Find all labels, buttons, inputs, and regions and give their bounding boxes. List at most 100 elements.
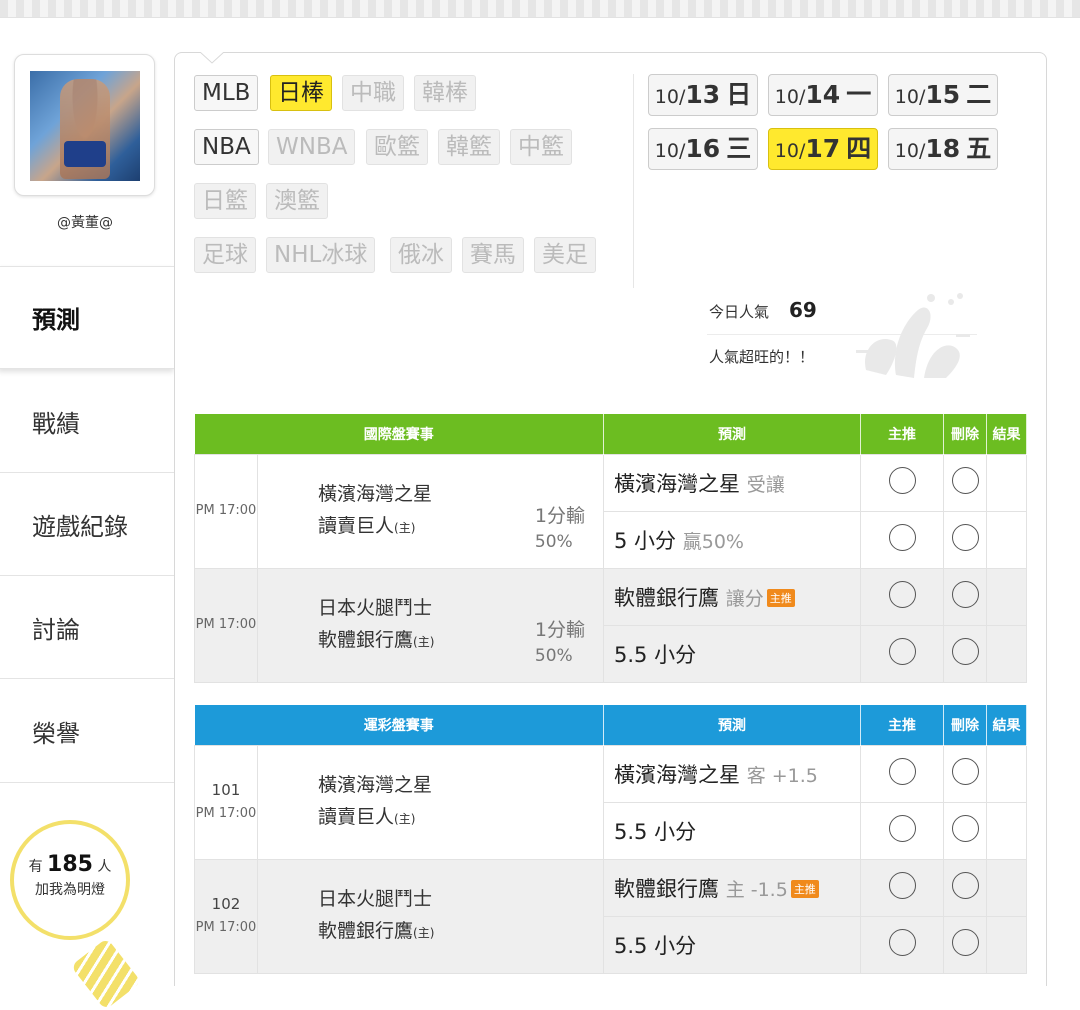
- game-time: PM 17:00: [194, 567, 258, 683]
- game-teams: 日本火腿鬥士 軟體銀行鷹(主) 1分輸 50%: [257, 567, 604, 683]
- game-odds: 1分輸 50%: [534, 505, 585, 552]
- main-pick-radio[interactable]: [888, 758, 916, 785]
- nav-item-prediction[interactable]: 預測: [0, 266, 176, 369]
- home-team: 讀賣巨人: [318, 806, 395, 828]
- nav-item-honor[interactable]: 榮譽: [0, 680, 176, 783]
- result-cell: [986, 915, 1027, 974]
- prediction-cell: 5.5 小分: [603, 915, 861, 974]
- game-time: PM 17:00: [194, 453, 258, 569]
- delete-radio[interactable]: [951, 524, 979, 551]
- popularity-message: 人氣超旺的！！: [709, 348, 815, 366]
- league-chip-china-basketball: 中籃: [510, 129, 572, 165]
- username[interactable]: @黃董@: [0, 212, 170, 232]
- lightbulb-icon: [70, 937, 142, 1010]
- game-time: 101 PM 17:00: [194, 744, 258, 860]
- delete-radio[interactable]: [951, 758, 979, 785]
- sports-lottery-table: 運彩盤賽事 預測 主推 刪除 結果 101 PM 17:00 橫濱海灣之星 讀賣巨…: [194, 705, 1027, 974]
- table-row: 101 PM 17:00 橫濱海灣之星 讀賣巨人(主) 橫濱海灣之星 客 +1.5: [194, 744, 1027, 860]
- table-row: PM 17:00 橫濱海灣之星 讀賣巨人(主) 1分輸 50% 橫濱海灣之星 受讓: [194, 453, 1027, 569]
- fan-prefix: 有: [28, 859, 43, 875]
- nav-item-game-log[interactable]: 遊戲紀錄: [0, 473, 176, 576]
- league-chip-american-football: 美足: [534, 237, 596, 273]
- date-button[interactable]: 10/13 日: [648, 74, 758, 116]
- column-header-delete: 刪除: [943, 705, 987, 745]
- nav-item-record[interactable]: 戰績: [0, 370, 176, 473]
- host-mark: (主): [413, 635, 435, 649]
- sidebar: @黃董@ 預測 戰績 遊戲紀錄 討論 榮譽 有 185 人 加我為明燈: [0, 40, 176, 1010]
- column-header-main-pick: 主推: [860, 705, 944, 745]
- prediction-cell: 橫濱海灣之星 客 +1.5: [603, 744, 861, 803]
- column-header-prediction: 預測: [603, 414, 861, 454]
- league-chip-cpbl: 中職: [342, 75, 404, 111]
- league-chip-npb[interactable]: 日棒: [270, 75, 332, 111]
- cheer-mascot-icon: [856, 293, 970, 378]
- nav-item-label: 討論: [32, 615, 80, 644]
- fan-count-bulb[interactable]: 有 185 人 加我為明燈: [10, 820, 130, 940]
- date-button-selected[interactable]: 10/17 四: [768, 128, 878, 170]
- result-cell: [986, 744, 1027, 803]
- nav-item-label: 預測: [32, 306, 80, 334]
- main-pick-radio[interactable]: [888, 467, 916, 494]
- result-cell: [986, 567, 1027, 626]
- column-header-result: 結果: [986, 705, 1027, 745]
- nav-item-discussion[interactable]: 討論: [0, 576, 176, 679]
- game-odds: 1分輸 50%: [534, 619, 585, 666]
- divider: [633, 74, 634, 288]
- result-cell: [986, 858, 1027, 917]
- table-title: 運彩盤賽事: [194, 705, 604, 745]
- main-pick-radio[interactable]: [888, 581, 916, 608]
- league-chip-nba[interactable]: NBA: [194, 129, 259, 165]
- date-button[interactable]: 10/15 二: [888, 74, 998, 116]
- column-header-main-pick: 主推: [860, 414, 944, 454]
- league-chip-russia-hockey: 俄冰: [390, 237, 452, 273]
- delete-radio[interactable]: [951, 467, 979, 494]
- league-chip-kbo: 韓棒: [414, 75, 476, 111]
- result-cell: [986, 801, 1027, 860]
- avatar-card[interactable]: [14, 54, 155, 196]
- main-pick-radio[interactable]: [888, 638, 916, 665]
- table-row: PM 17:00 日本火腿鬥士 軟體銀行鷹(主) 1分輸 50% 軟體銀行鷹 讓分…: [194, 567, 1027, 683]
- table-row: 102 PM 17:00 日本火腿鬥士 軟體銀行鷹(主) 軟體銀行鷹 主 -1.5…: [194, 858, 1027, 974]
- league-chip-mlb[interactable]: MLB: [194, 75, 259, 111]
- game-teams: 橫濱海灣之星 讀賣巨人(主) 1分輸 50%: [257, 453, 604, 569]
- delete-radio[interactable]: [951, 581, 979, 608]
- result-cell: [986, 624, 1027, 683]
- main-pick-radio[interactable]: [888, 929, 916, 956]
- main-pick-radio[interactable]: [888, 872, 916, 899]
- delete-radio[interactable]: [951, 872, 979, 899]
- prediction-cell: 橫濱海灣之星 受讓: [603, 453, 861, 512]
- result-cell: [986, 453, 1027, 512]
- date-button[interactable]: 10/16 三: [648, 128, 758, 170]
- league-chip-korea-basketball: 韓籃: [438, 129, 500, 165]
- top-border: [0, 0, 1080, 18]
- prediction-cell: 5.5 小分: [603, 624, 861, 683]
- league-chip-euro-basketball: 歐籃: [366, 129, 428, 165]
- panel-notch: [200, 52, 224, 64]
- column-header-prediction: 預測: [603, 705, 861, 745]
- host-mark: (主): [394, 521, 416, 535]
- avatar: [30, 71, 140, 181]
- delete-radio[interactable]: [951, 638, 979, 665]
- game-teams: 橫濱海灣之星 讀賣巨人(主): [257, 744, 604, 860]
- table-title: 國際盤賽事: [194, 414, 604, 454]
- delete-radio[interactable]: [951, 929, 979, 956]
- date-button[interactable]: 10/18 五: [888, 128, 998, 170]
- home-team: 軟體銀行鷹: [318, 920, 414, 942]
- main-pick-radio[interactable]: [888, 524, 916, 551]
- delete-radio[interactable]: [951, 815, 979, 842]
- prediction-cell: 5 小分 贏50%: [603, 510, 861, 569]
- fan-suffix: 人: [97, 859, 112, 875]
- main-pick-radio[interactable]: [888, 815, 916, 842]
- league-chip-australia-basketball: 澳籃: [266, 183, 328, 219]
- away-team: 日本火腿鬥士: [318, 888, 433, 910]
- league-chip-soccer: 足球: [194, 237, 256, 273]
- column-header-result: 結果: [986, 414, 1027, 454]
- main-pick-badge: 主推: [790, 879, 819, 898]
- nav-item-label: 遊戲紀錄: [32, 512, 128, 541]
- league-chip-wnba: WNBA: [268, 129, 356, 165]
- fan-count: 185: [47, 852, 93, 877]
- nav-item-label: 戰績: [32, 409, 80, 438]
- date-button[interactable]: 10/14 一: [768, 74, 878, 116]
- column-header-delete: 刪除: [943, 414, 987, 454]
- league-chip-nhl: NHL冰球: [266, 237, 376, 273]
